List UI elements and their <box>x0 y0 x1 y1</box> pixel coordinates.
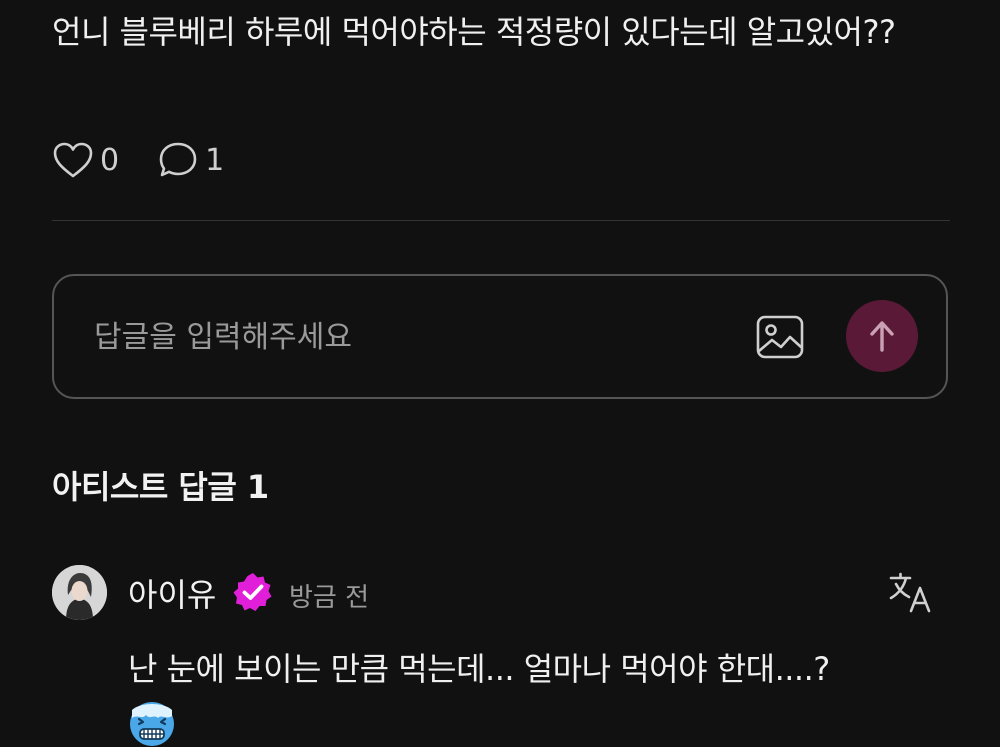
image-icon <box>756 315 804 359</box>
post-text: 언니 블루베리 하루에 먹어야하는 적정량이 있다는데 알고있어?? <box>52 13 896 51</box>
attach-image-button[interactable] <box>754 311 806 363</box>
comment-count: 1 <box>205 142 225 178</box>
comment-button[interactable]: 1 <box>157 140 224 180</box>
speech-bubble-icon <box>159 142 197 177</box>
like-count: 0 <box>100 142 120 178</box>
verified-badge-icon <box>233 573 272 611</box>
comment-time: 방금 전 <box>289 583 370 613</box>
send-button[interactable] <box>846 300 918 372</box>
freezing-face-emoji <box>130 702 174 746</box>
avatar-image <box>52 565 107 620</box>
reply-input[interactable] <box>94 312 734 362</box>
author-name[interactable]: 아이유 <box>128 570 216 616</box>
reply-box <box>52 274 948 399</box>
translate-icon <box>889 572 931 613</box>
divider <box>52 220 950 221</box>
arrow-up-icon <box>870 321 894 352</box>
avatar[interactable] <box>52 565 107 620</box>
comment-header: 아이유 방금 전 <box>52 565 950 623</box>
artist-replies-title: 아티스트 답글 1 <box>52 468 269 506</box>
like-button[interactable]: 0 <box>52 141 119 179</box>
translate-button[interactable] <box>888 571 934 613</box>
post-stats: 0 1 <box>52 138 262 182</box>
heart-icon <box>53 142 93 178</box>
comment-text: 난 눈에 보이는 만큼 먹는데... 얼마나 먹어야 한대....? <box>128 650 830 688</box>
